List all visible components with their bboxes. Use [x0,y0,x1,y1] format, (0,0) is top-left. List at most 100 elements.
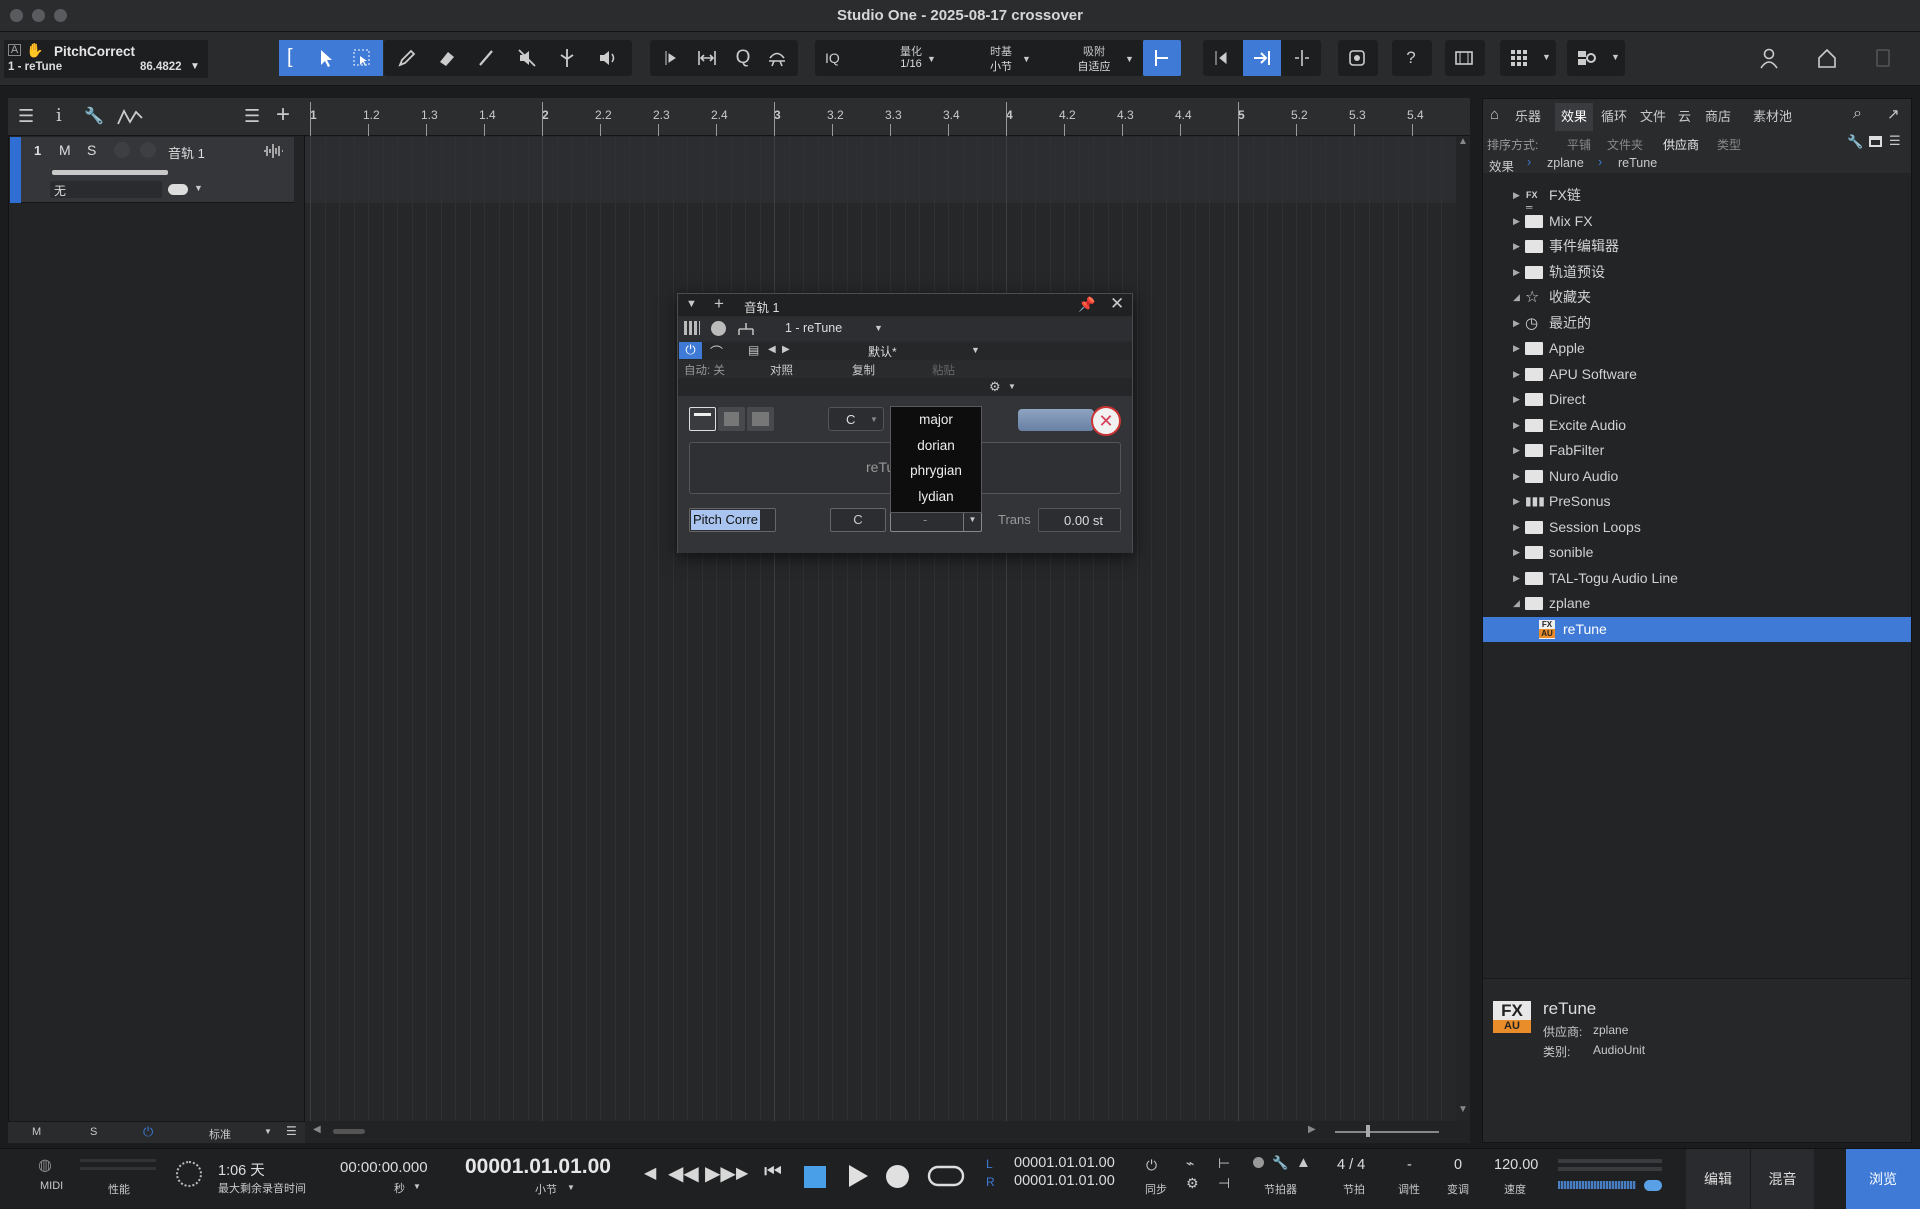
tab-loops[interactable]: 循环 [1601,103,1627,131]
time-signature[interactable]: 4 / 4 [1337,1157,1365,1173]
solo-button[interactable]: S [87,142,96,158]
power-icon[interactable]: ⏻ [679,342,702,359]
scale-option-lydian[interactable]: lydian [891,484,981,510]
gear-icon[interactable]: ⚙ [1186,1175,1199,1192]
scroll-right-icon[interactable]: ▶ [1308,1124,1316,1135]
collapsed-arrow-icon[interactable]: ▶ [1513,387,1520,412]
key-display[interactable]: - [1407,1157,1412,1173]
chevron-down-icon[interactable]: ▼ [1542,52,1551,62]
loop-icon[interactable] [926,1163,966,1189]
next-preset-icon[interactable]: ▶ [782,344,790,355]
timeline-follow-icon[interactable] [1283,40,1321,76]
time-seconds[interactable]: 00:00:00.000 [340,1159,428,1176]
chevron-down-icon[interactable]: ▼ [264,1127,272,1136]
document-icon[interactable] [1864,40,1902,76]
root-selector[interactable]: C [830,508,886,532]
add-track-icon[interactable]: + [276,101,290,129]
arrow-tool-group[interactable]: [ [279,40,383,76]
track-row[interactable]: 1 M S 音轨 1 无 ▼ [10,137,294,203]
toggle-icon[interactable] [1644,1180,1662,1191]
browser-item[interactable]: ▶ Mix FX [1483,209,1911,234]
scale-option-dorian[interactable]: dorian [891,433,981,459]
scale-option-phrygian[interactable]: phrygian [891,458,981,484]
monitor-button[interactable] [140,142,156,158]
zoom-slider[interactable] [1335,1131,1439,1133]
record-arm-button[interactable] [114,142,130,158]
expanded-arrow-icon[interactable]: ◢ [1513,285,1520,310]
plugin-slot-selector[interactable]: 1 - reTune [785,321,842,335]
split-tool-icon[interactable] [548,40,586,76]
browser-item[interactable]: ▶ Direct [1483,387,1911,412]
help-button[interactable]: ? [1392,40,1430,76]
tempo-display[interactable]: 120.00 [1494,1157,1538,1173]
breadcrumb-item[interactable]: reTune [1618,156,1657,170]
pre-roll-icon[interactable]: ⌁ [1186,1155,1194,1172]
chevron-down-icon[interactable]: ▼ [413,1182,421,1191]
snap-value[interactable]: 自适应 [1070,58,1118,74]
browser-item[interactable]: ◢ ☆ 收藏夹 [1483,285,1911,310]
preset-icon[interactable]: ▤ [748,343,759,357]
stretch-icon[interactable] [688,40,726,76]
automation-icon[interactable] [116,108,144,126]
listen-tool-icon[interactable] [588,40,626,76]
tab-cloud[interactable]: 云 [1678,103,1691,131]
input-selector[interactable]: 无 [50,181,162,198]
loop-end[interactable]: 00001.01.01.00 [1014,1173,1115,1189]
close-icon[interactable]: ✕ [1091,406,1121,436]
next-icon[interactable]: ▶ [736,1163,748,1183]
sort-vendor[interactable]: 供应商 [1663,136,1699,153]
info-icon[interactable]: i [56,105,62,126]
collapsed-arrow-icon[interactable]: ▶ [1513,438,1520,463]
position-label[interactable]: 小节 [535,1181,557,1197]
mix-view-button[interactable]: 混音 [1750,1149,1814,1209]
collapsed-arrow-icon[interactable]: ▶ [1513,336,1520,361]
breadcrumb-item[interactable]: zplane [1547,156,1584,170]
vertical-scrollbar[interactable]: ▲ ▼ [1456,136,1470,1121]
chevron-down-icon[interactable]: ▼ [1125,54,1134,64]
retune-mode-toggle[interactable] [1018,409,1094,431]
scroll-thumb[interactable] [333,1129,365,1134]
view-split-button[interactable] [747,407,774,431]
collapsed-arrow-icon[interactable]: ▶ [1513,566,1520,591]
master-volume-slider[interactable] [1558,1181,1636,1189]
sort-type[interactable]: 类型 [1717,136,1741,153]
edit-view-button[interactable]: 编辑 [1686,1149,1750,1209]
tab-pool[interactable]: 素材池 [1753,103,1792,131]
chevron-down-icon[interactable]: ▼ [1008,382,1016,391]
view-single-button[interactable] [689,407,716,431]
chevron-down-icon[interactable]: ▼ [190,61,200,72]
collapsed-arrow-icon[interactable]: ▶ [1513,183,1520,208]
iq-button[interactable]: IQ [825,50,840,66]
chevron-down-icon[interactable]: ▼ [927,54,936,64]
collapsed-arrow-icon[interactable]: ▶ [1513,413,1520,438]
search-icon[interactable]: ⌕ [1853,105,1862,123]
horizontal-scrollbar[interactable]: ◀ ▶ [305,1121,1470,1143]
preset-name[interactable]: 默认* [868,343,897,360]
sync-icon[interactable]: ⏻ [1146,1157,1157,1174]
browse-view-button[interactable]: 浏览 [1846,1149,1920,1209]
track-info-box[interactable]: A ✋ PitchCorrect 1 - reTune 86.4822 ▼ [4,40,208,78]
focus-icon[interactable] [1338,40,1376,76]
sort-folder[interactable]: 文件夹 [1607,136,1643,153]
breadcrumb-item[interactable]: 效果 [1489,156,1514,175]
play-button[interactable] [846,1163,870,1189]
mute-tool-icon[interactable] [508,40,546,76]
chevron-down-icon[interactable]: ▼ [1611,52,1620,62]
scroll-down-icon[interactable]: ▼ [1458,1104,1468,1115]
collapsed-arrow-icon[interactable]: ▶ [1513,464,1520,489]
grid-icon[interactable] [1500,40,1538,76]
list-icon[interactable]: ☰ [1889,133,1901,149]
toggle-icon[interactable] [168,184,188,195]
precount-icon[interactable]: ⊣ [1218,1175,1230,1192]
metronome-icon[interactable]: ▲ [1296,1154,1311,1171]
collapsed-arrow-icon[interactable]: ▶ [1513,540,1520,565]
browser-item[interactable]: ▶ Session Loops [1483,515,1911,540]
chevron-down-icon[interactable]: ▼ [194,183,203,193]
tab-effects[interactable]: 效果 [1555,103,1594,131]
track-name[interactable]: 音轨 1 [168,143,205,162]
pin-icon[interactable]: 📌 [1078,296,1095,313]
seconds-label[interactable]: 秒 [394,1180,405,1196]
global-mute-button[interactable]: M [32,1126,41,1138]
browser-item[interactable]: ▶ ◷ 最近的 [1483,311,1911,336]
loop-start[interactable]: 00001.01.01.00 [1014,1155,1115,1171]
